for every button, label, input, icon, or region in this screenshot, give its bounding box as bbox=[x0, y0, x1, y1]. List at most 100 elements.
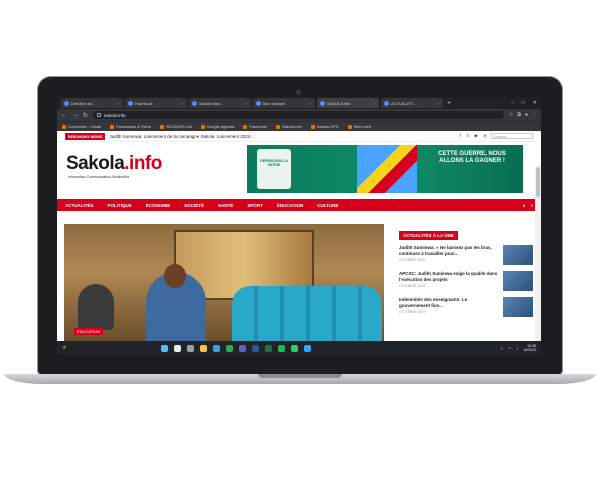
nav-item[interactable]: SOCIÉTÉ bbox=[184, 203, 204, 208]
headline-thumbnail[interactable] bbox=[503, 271, 533, 291]
search-icon[interactable]: ⌕ bbox=[523, 203, 526, 208]
headline-item[interactable]: Indemnités des enseignants: Le gouvernem… bbox=[399, 297, 533, 317]
browser-tab[interactable]: Direction du ... × bbox=[61, 98, 123, 108]
spotify-icon[interactable] bbox=[278, 344, 286, 352]
bookmark-icon bbox=[347, 124, 352, 129]
headline-item[interactable]: APCSC: Judith Suminwa exige la qualité d… bbox=[399, 271, 533, 291]
bookmark-icon bbox=[200, 124, 205, 129]
bookmark-item[interactable]: SEJOURS Uni bbox=[159, 124, 192, 129]
news-ticker[interactable]: Judith Suminwa: Lancement de la campagne… bbox=[109, 134, 254, 139]
nav-item[interactable]: ÉDUCATION bbox=[277, 203, 303, 208]
site-search-input[interactable]: Search bbox=[491, 133, 533, 139]
bookmark-icon bbox=[110, 124, 115, 129]
forward-icon[interactable]: → bbox=[72, 112, 78, 118]
main-navigation: ACTUALITÉS POLITIQUE ÉCONOMIE SOCIÉTÉ SA… bbox=[57, 199, 541, 211]
close-window-icon[interactable]: ✕ bbox=[533, 100, 537, 106]
minimize-icon[interactable]: – bbox=[511, 100, 514, 106]
whatsapp-icon[interactable] bbox=[291, 344, 299, 352]
browser-tab-active[interactable]: SAKOLA info × bbox=[317, 98, 379, 108]
system-tray: ˄ ◠ ♪ 10:38 10/2024 bbox=[501, 344, 537, 352]
nav-item[interactable]: SANTÉ bbox=[218, 203, 233, 208]
nav-item[interactable]: POLITIQUE bbox=[108, 203, 132, 208]
youtube-icon[interactable]: ▶ bbox=[475, 133, 478, 139]
headline-item[interactable]: Judith Suminwa: « Ne baissez pas les bra… bbox=[399, 245, 533, 265]
hero-bust-statue bbox=[78, 284, 114, 330]
bookmark-item[interactable]: Sakola info bbox=[276, 124, 302, 129]
file-explorer-icon[interactable] bbox=[200, 344, 208, 352]
bookmark-item[interactable]: Google Agenda bbox=[200, 124, 234, 129]
breaking-news-label: BREAKING NEWS bbox=[65, 132, 106, 140]
site-tagline: Information-Communication-Multimédia bbox=[68, 175, 130, 179]
headlines-sidebar: ACTUALITÉS À LA UNE Judith Suminwa: « Ne… bbox=[399, 224, 533, 341]
browser-tab-strip: Direction du ... × Facebook × Sakola Mon..… bbox=[57, 97, 541, 109]
hamburger-icon[interactable]: ≡ bbox=[530, 203, 533, 208]
nav-item[interactable]: SPORT bbox=[247, 203, 263, 208]
twitter-icon[interactable]: 𝕏 bbox=[466, 133, 470, 139]
browser-tab[interactable]: Facebook × bbox=[125, 98, 187, 108]
edge-icon[interactable] bbox=[213, 344, 221, 352]
headline-title[interactable]: Indemnités des enseignants: Le gouvernem… bbox=[399, 297, 499, 308]
store-icon[interactable] bbox=[239, 344, 247, 352]
headline-thumbnail[interactable] bbox=[503, 297, 533, 317]
close-icon[interactable]: × bbox=[374, 101, 376, 106]
close-icon[interactable]: × bbox=[310, 101, 312, 106]
close-icon[interactable]: × bbox=[182, 101, 184, 106]
chevron-up-icon[interactable]: ˄ bbox=[501, 346, 503, 351]
start-icon[interactable] bbox=[161, 344, 169, 352]
bookmark-item[interactable]: Formations & Fiche bbox=[110, 124, 151, 129]
category-badge[interactable]: ÉDUCATION bbox=[74, 328, 104, 335]
menu-icon[interactable]: ⋮ bbox=[532, 112, 537, 118]
bookmark-icon bbox=[276, 124, 280, 129]
bookmark-item[interactable]: Sakola GPS bbox=[310, 124, 339, 129]
bookmark-item[interactable]: Sites web bbox=[347, 124, 371, 129]
url-text: sakola.info bbox=[104, 112, 126, 118]
advertising-banner[interactable]: DÉFENDONS LA PATRIE CETTE GUERRE, NOUS A… bbox=[247, 145, 523, 193]
headline-thumbnail[interactable] bbox=[503, 245, 533, 265]
site-topbar: BREAKING NEWS Judith Suminwa: Lancement … bbox=[57, 131, 541, 142]
reload-icon[interactable]: ↻ bbox=[83, 112, 88, 119]
bookmarks-bar: Connexion - Gmail Formations & Fiche SEJ… bbox=[57, 121, 541, 131]
headline-title[interactable]: APCSC: Judith Suminwa exige la qualité d… bbox=[399, 271, 499, 282]
nav-item[interactable]: CULTURE bbox=[317, 203, 338, 208]
tab-favicon bbox=[128, 100, 133, 106]
word-icon[interactable] bbox=[252, 344, 260, 352]
banner-flag-graphic bbox=[357, 145, 417, 193]
bookmark-item[interactable]: Connexion - Gmail bbox=[62, 124, 101, 129]
address-bar[interactable]: sakola.info bbox=[93, 111, 504, 119]
extensions-icon[interactable]: ⧉ bbox=[517, 112, 521, 118]
new-tab-button[interactable]: + bbox=[447, 100, 451, 107]
hero-image[interactable]: ÉDUCATION bbox=[64, 224, 384, 341]
browser-tab[interactable]: Mon compte × bbox=[253, 98, 315, 108]
page-scrollbar[interactable] bbox=[535, 165, 541, 341]
instagram-icon[interactable]: ◎ bbox=[483, 133, 487, 139]
photoshop-icon[interactable] bbox=[304, 344, 312, 352]
excel-icon[interactable] bbox=[265, 344, 273, 352]
clock[interactable]: 10:38 10/2024 bbox=[523, 344, 536, 352]
headline-title[interactable]: Judith Suminwa: « Ne baissez pas les bra… bbox=[399, 245, 499, 256]
maximize-icon[interactable]: □ bbox=[522, 100, 525, 106]
close-icon[interactable]: × bbox=[246, 101, 248, 106]
bookmark-item[interactable]: Facebook bbox=[243, 124, 267, 129]
star-icon[interactable]: ☆ bbox=[509, 112, 513, 118]
back-icon[interactable]: ← bbox=[61, 112, 67, 118]
profile-icon[interactable]: ● bbox=[525, 112, 528, 118]
nav-item[interactable]: ÉCONOMIE bbox=[146, 203, 171, 208]
facebook-icon[interactable]: f bbox=[460, 133, 461, 139]
weather-icon[interactable]: ☀ bbox=[62, 345, 66, 351]
close-icon[interactable]: × bbox=[118, 101, 120, 106]
browser-tab[interactable]: Sakola Mon... × bbox=[189, 98, 251, 108]
task-view-icon[interactable] bbox=[187, 344, 195, 352]
nav-item[interactable]: ACTUALITÉS bbox=[65, 203, 94, 208]
headline-date: OCTOBRE 2024 bbox=[399, 258, 426, 262]
lock-icon bbox=[97, 113, 102, 117]
chrome-icon[interactable] bbox=[226, 344, 234, 352]
close-icon[interactable]: × bbox=[438, 101, 440, 106]
volume-icon[interactable]: ♪ bbox=[516, 346, 518, 351]
site-logo[interactable]: Sakola.info bbox=[66, 153, 162, 175]
wifi-icon[interactable]: ◠ bbox=[508, 346, 512, 351]
hero-students bbox=[232, 286, 382, 341]
search-taskbar-icon[interactable] bbox=[174, 344, 182, 352]
browser-tab[interactable]: ACTUALITE ... × bbox=[381, 98, 443, 108]
headline-date: OCTOBRE 2024 bbox=[399, 284, 426, 288]
scrollbar-thumb[interactable] bbox=[536, 167, 540, 197]
